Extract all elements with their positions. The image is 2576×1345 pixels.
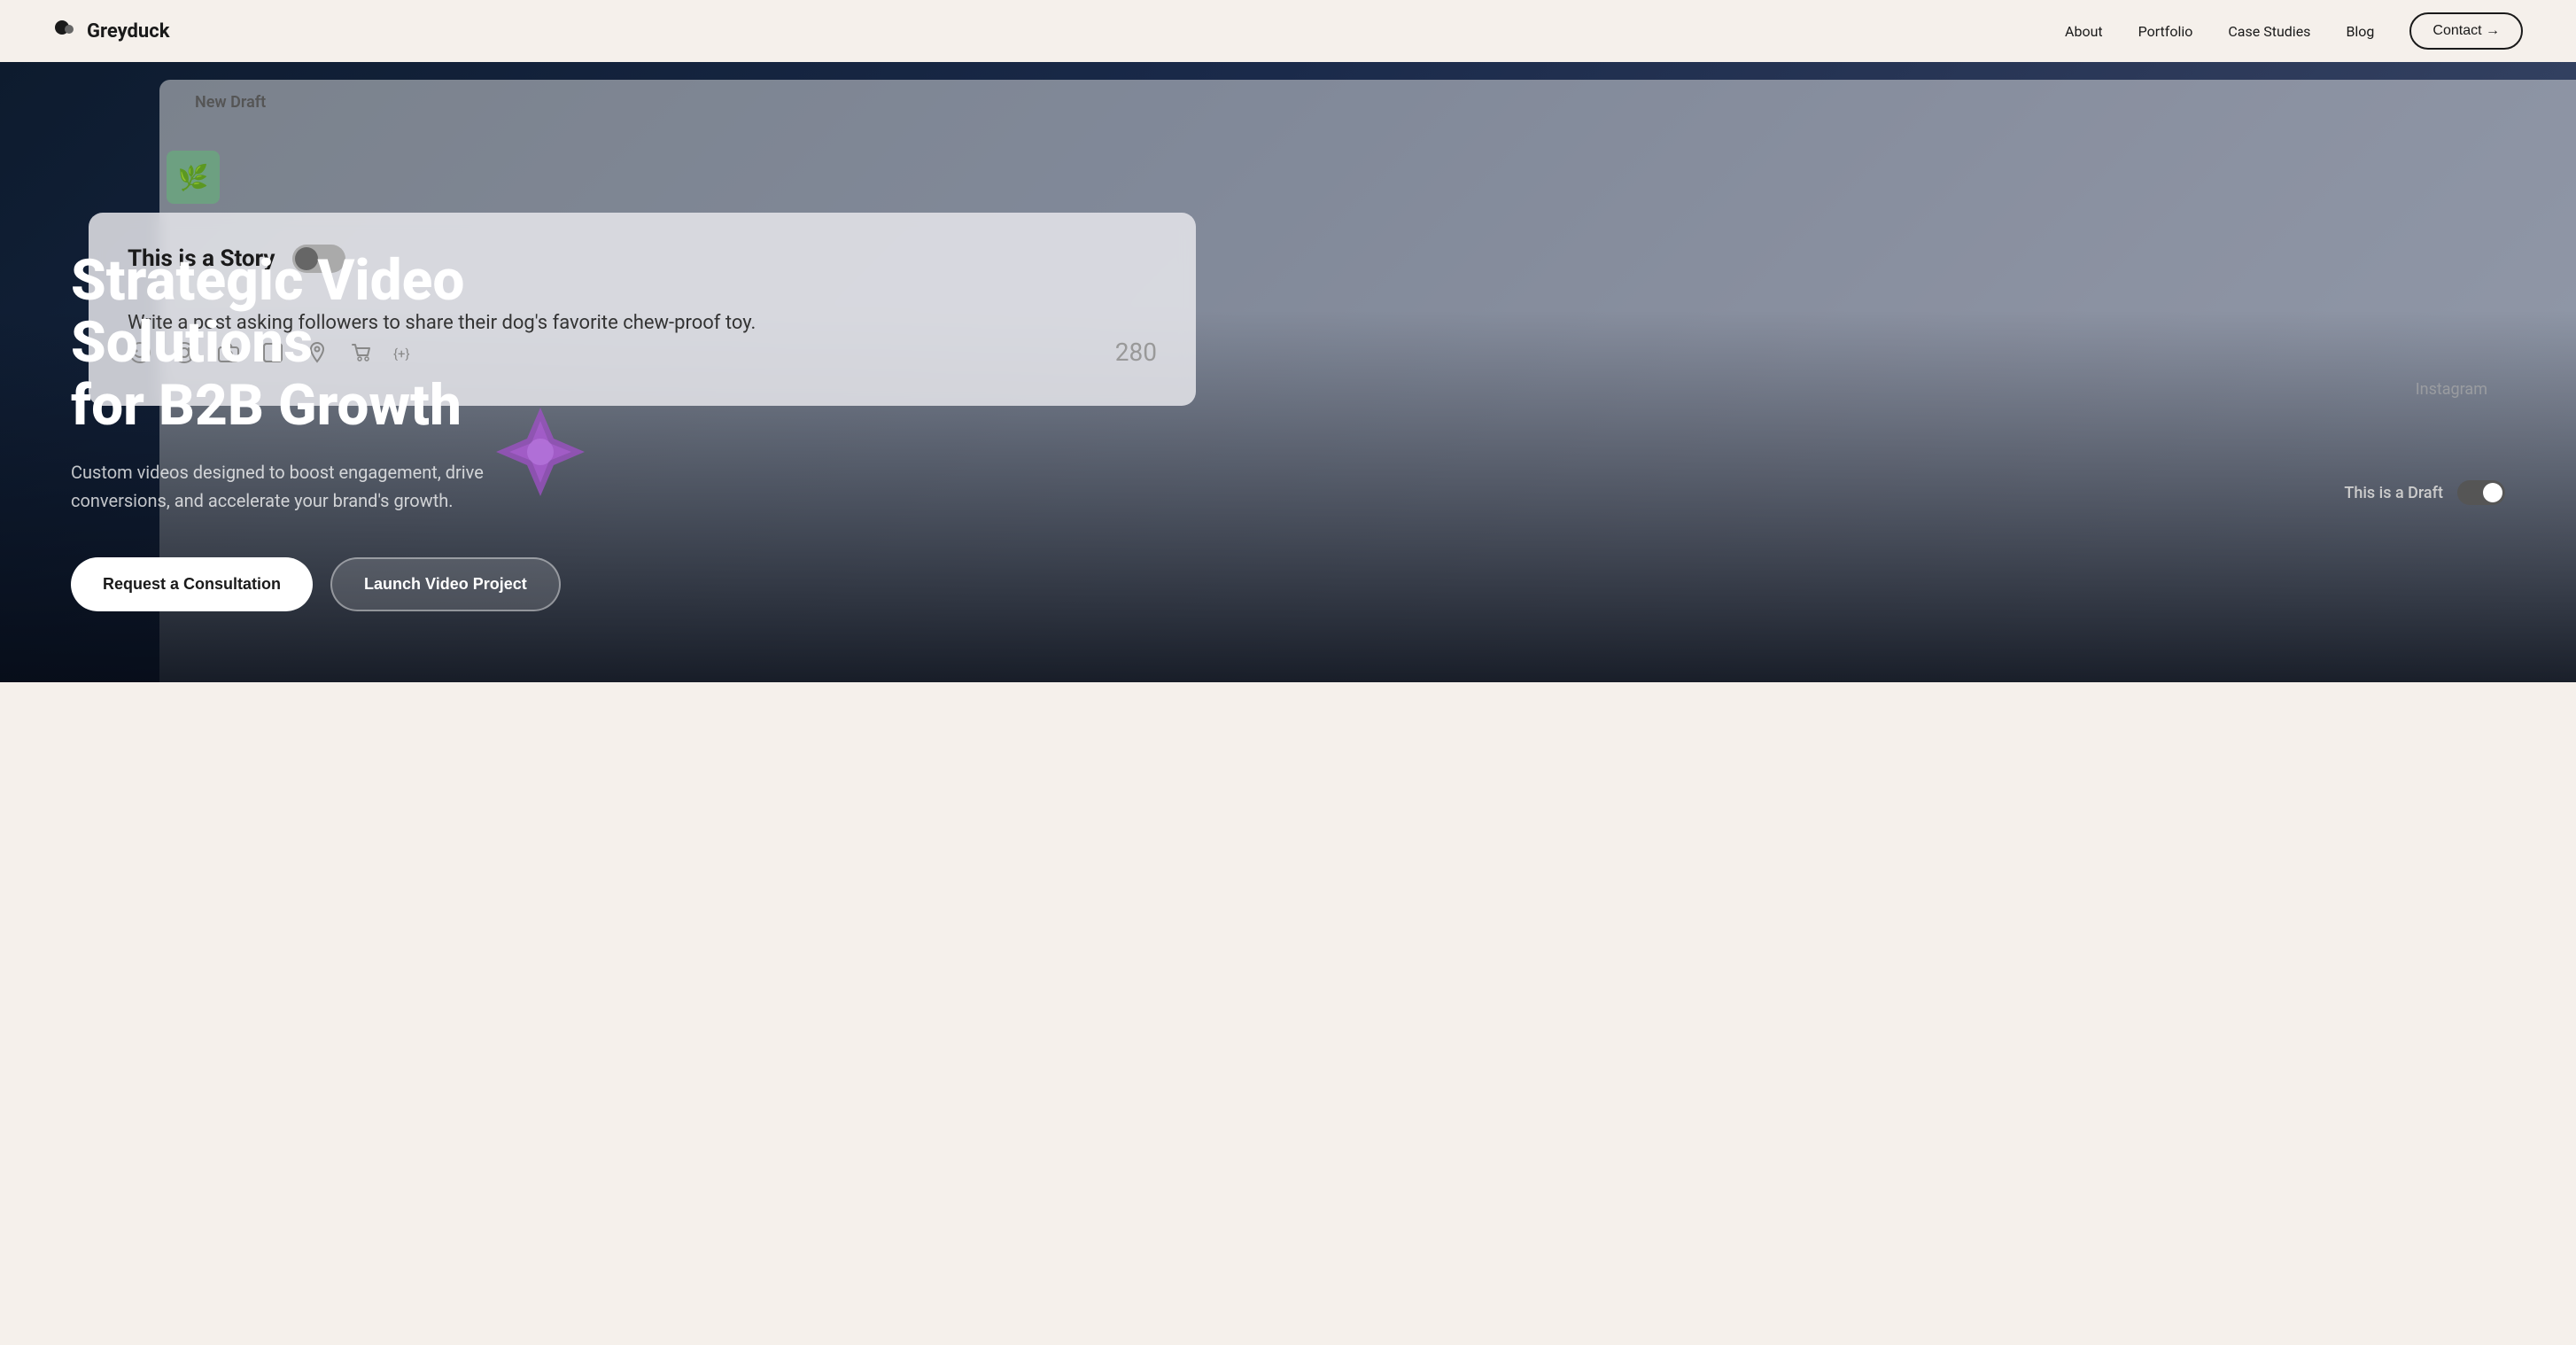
draft-toggle[interactable] <box>2457 480 2505 505</box>
nav-about[interactable]: About <box>2065 23 2103 40</box>
hero-buttons: Request a Consultation Launch Video Proj… <box>71 557 691 611</box>
bg-leaf-icon: 🌿 <box>167 151 220 204</box>
hero-title: Strategic Video Solutions for B2B Growth <box>71 250 691 437</box>
ui-bottom-strip: This is a Draft <box>2344 480 2505 505</box>
nav-links: About Portfolio Case Studies Blog Contac… <box>2065 12 2523 50</box>
bg-new-draft-label: New Draft <box>195 93 266 112</box>
nav-case-studies[interactable]: Case Studies <box>2228 23 2310 40</box>
logo-text: Greyduck <box>87 20 169 43</box>
hero-section: New Draft 🌿 This is a Story Write a post… <box>0 62 2576 682</box>
nav-portfolio[interactable]: Portfolio <box>2138 23 2193 40</box>
logo-icon <box>53 19 78 43</box>
navbar: Greyduck About Portfolio Case Studies Bl… <box>0 0 2576 62</box>
instagram-tag: Instagram <box>2416 380 2487 399</box>
char-count: 280 <box>1115 338 1157 367</box>
draft-toggle-knob <box>2483 483 2502 502</box>
draft-label: This is a Draft <box>2344 484 2443 502</box>
logo[interactable]: Greyduck <box>53 19 169 43</box>
contact-button[interactable]: Contact → <box>2409 12 2523 50</box>
consultation-button[interactable]: Request a Consultation <box>71 557 313 611</box>
hero-content: Strategic Video Solutions for B2B Growth… <box>71 250 691 611</box>
nav-blog[interactable]: Blog <box>2346 23 2374 40</box>
launch-project-button[interactable]: Launch Video Project <box>330 557 561 611</box>
hero-subtitle: Custom videos designed to boost engageme… <box>71 458 531 515</box>
